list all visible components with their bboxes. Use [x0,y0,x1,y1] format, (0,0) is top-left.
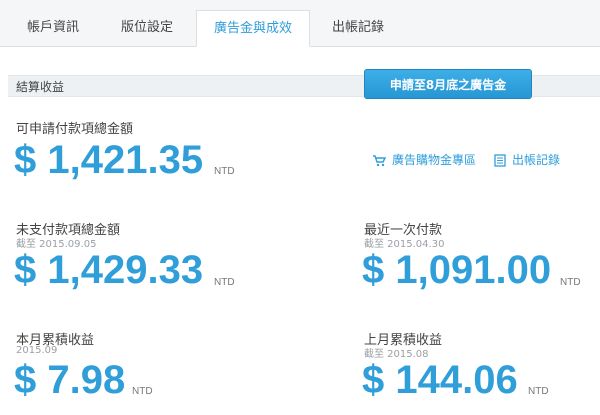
ad-shop-link-label: 廣告購物金專區 [392,153,477,167]
payable-label: 可申請付款項總金額 [16,122,134,137]
this-month-period: 2015.09 [16,345,58,356]
last-month-unit: NTD [528,386,549,397]
apply-ad-credit-button[interactable]: 申請至8月底之廣告金 [364,69,532,99]
this-month-amount: $ 7.98 [14,358,126,402]
unpaid-amount: $ 1,429.33 [14,248,204,292]
ad-shop-link[interactable]: 廣告購物金專區 [372,151,476,168]
tab-bar: 帳戶資訊 版位設定 廣告金與成效 出帳記錄 [0,0,600,47]
this-month-unit: NTD [132,386,153,397]
last-payment-unit: NTD [560,277,581,288]
payable-amount: $ 1,421.35 [14,138,204,182]
billing-records-link-label: 出帳記錄 [512,153,561,167]
tab-slot-settings[interactable]: 版位設定 [102,10,192,46]
last-month-amount: $ 144.06 [362,358,518,402]
tab-billing-records[interactable]: 出帳記錄 [316,10,400,46]
document-icon [494,154,506,167]
payable-unit: NTD [214,166,235,177]
unpaid-unit: NTD [214,277,235,288]
tab-account-info[interactable]: 帳戶資訊 [8,10,98,46]
last-payment-amount: $ 1,091.00 [362,248,552,292]
cart-icon [373,154,386,166]
tab-ad-revenue-performance[interactable]: 廣告金與成效 [196,10,310,47]
billing-records-link[interactable]: 出帳記錄 [494,151,560,168]
